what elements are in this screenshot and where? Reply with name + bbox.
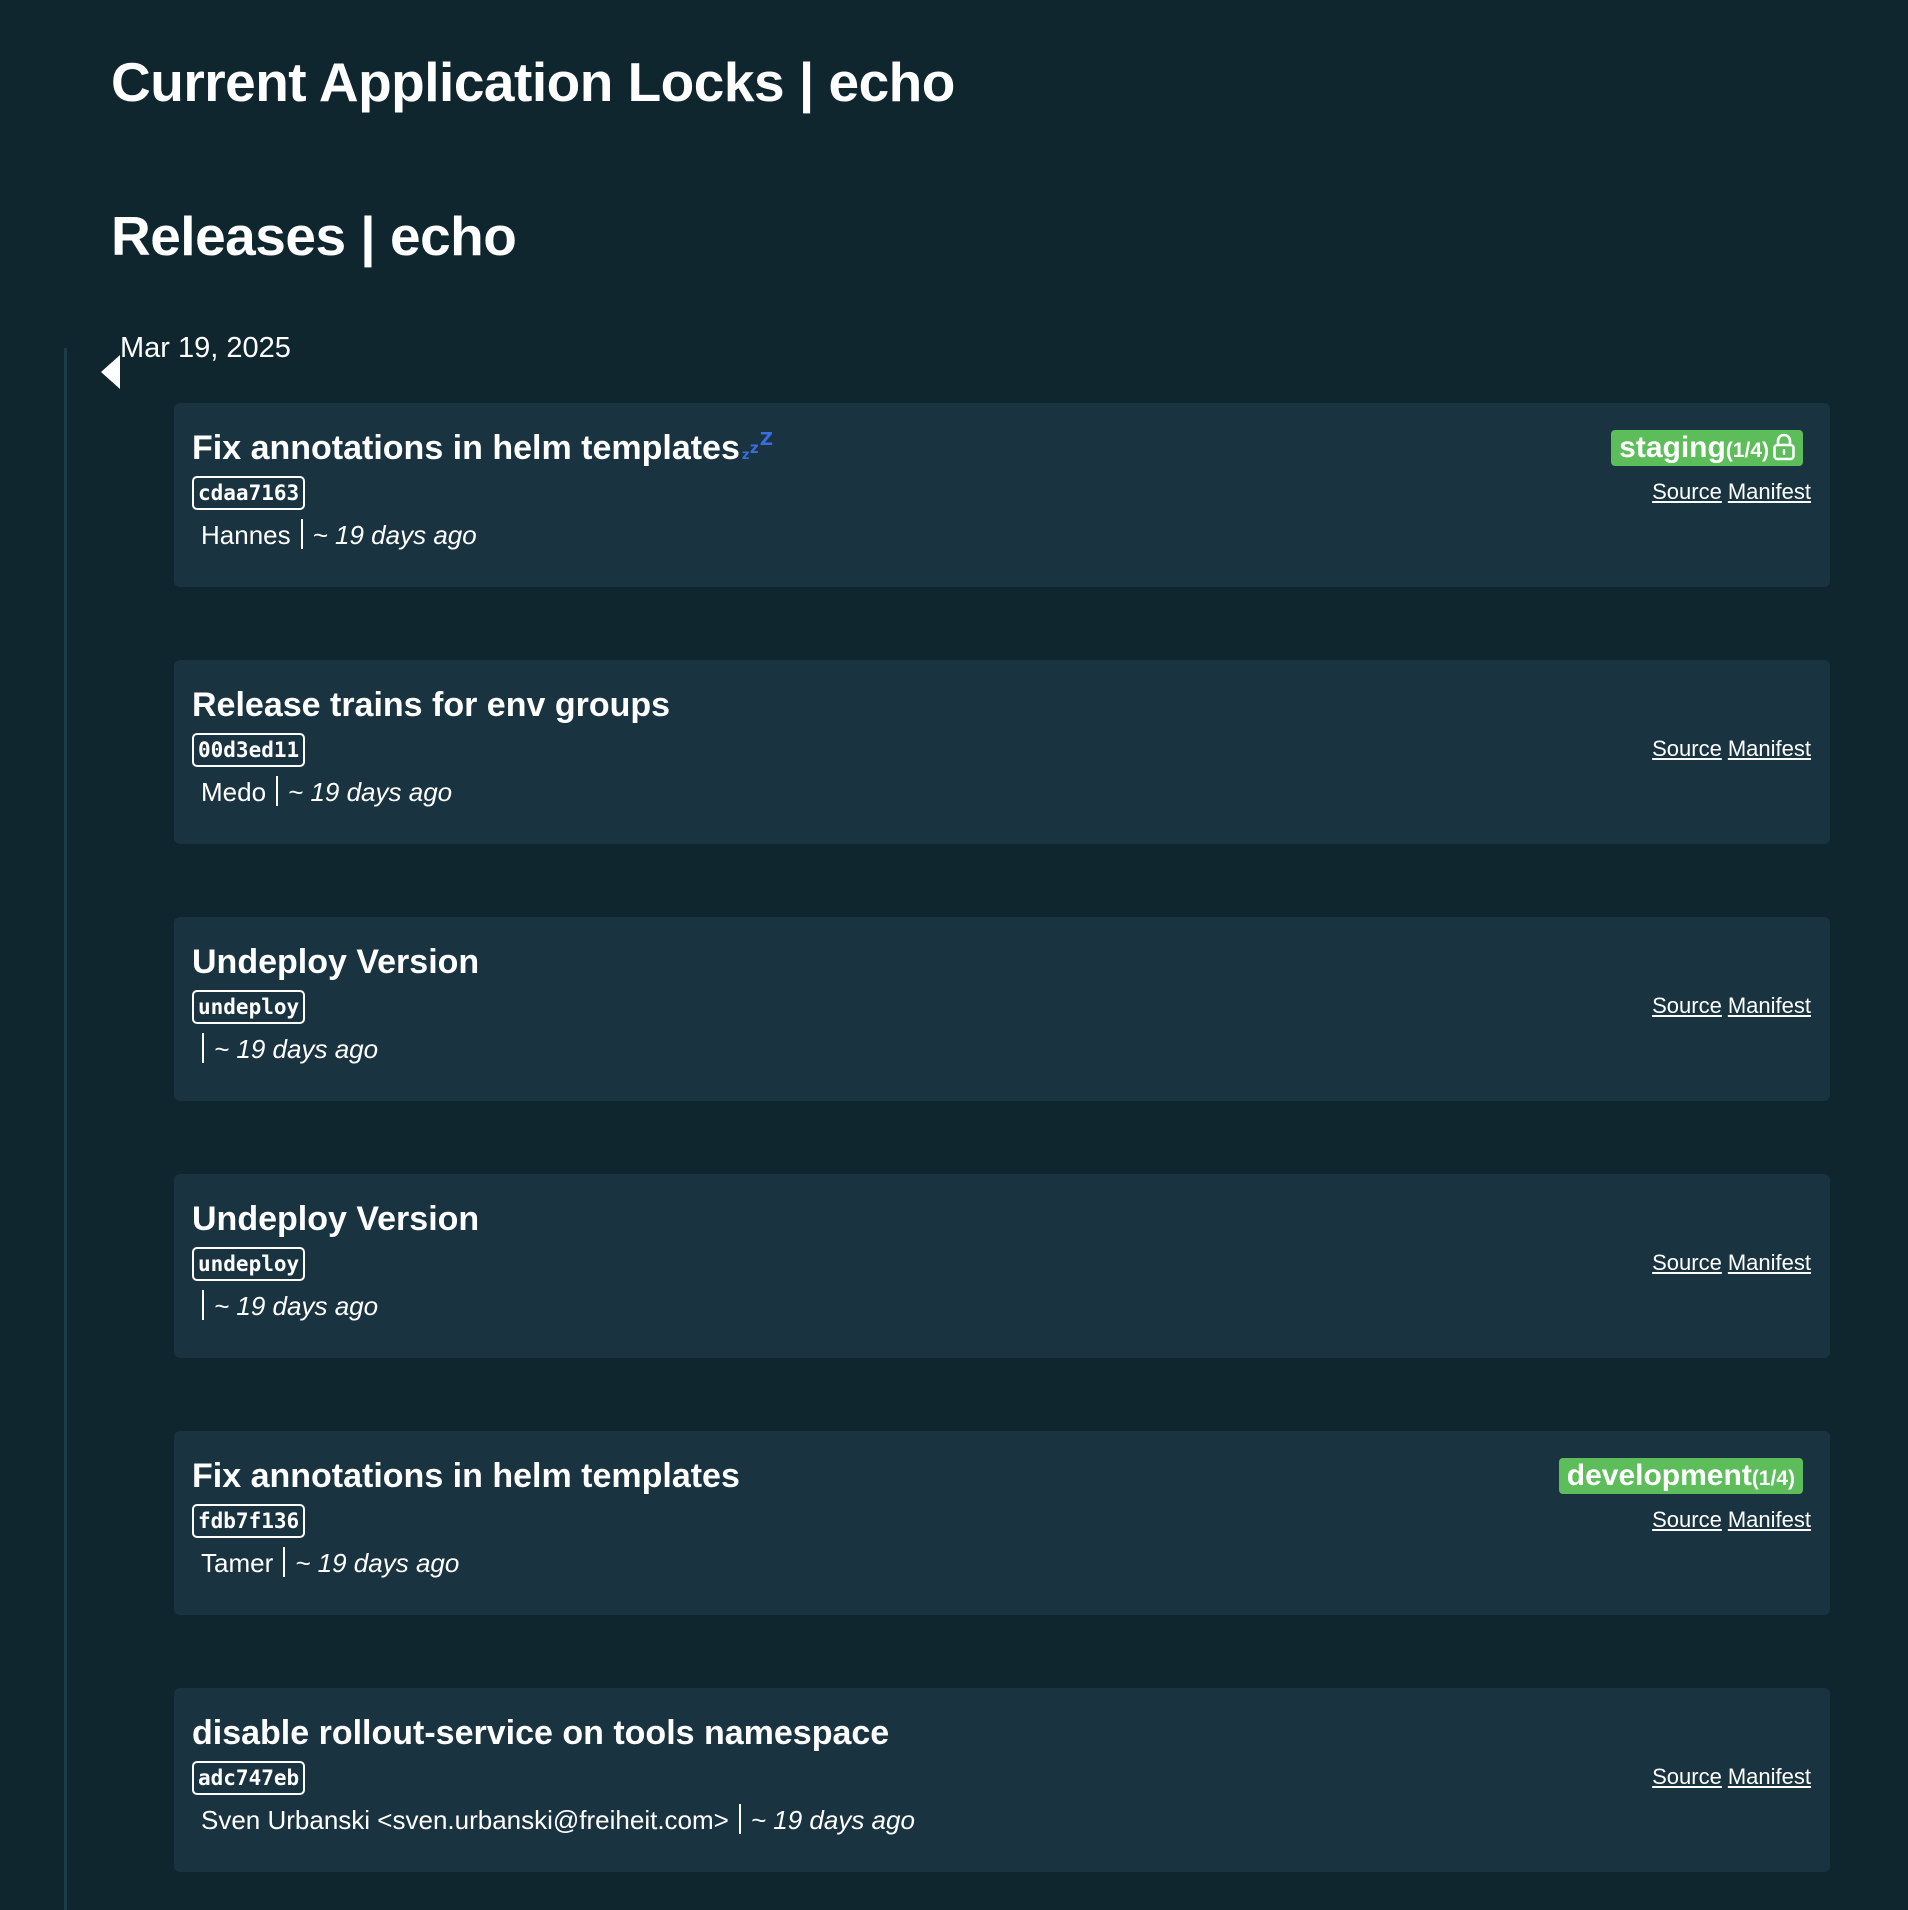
release-links: Source Manifest	[1646, 993, 1811, 1019]
release-author: Hannes	[201, 520, 291, 550]
release-card[interactable]: Undeploy Version undeploy ~ 19 days ago …	[174, 917, 1830, 1101]
env-tag-staging[interactable]: staging(1/4)	[1611, 430, 1803, 466]
release-links: Source Manifest	[1646, 1250, 1811, 1276]
release-date-label: Mar 19, 2025	[120, 332, 291, 364]
locks-heading: Current Application Locks | echo	[111, 51, 955, 113]
lock-icon	[1773, 433, 1795, 461]
release-title: disable rollout-service on tools namespa…	[192, 1714, 890, 1752]
commit-hash-badge[interactable]: undeploy	[192, 990, 306, 1024]
release-card[interactable]: disable rollout-service on tools namespa…	[174, 1688, 1830, 1872]
release-links: Source Manifest	[1646, 736, 1811, 762]
manifest-link[interactable]: Manifest	[1728, 1507, 1811, 1532]
release-card[interactable]: Fix annotations in helm templates z z Z cda…	[174, 403, 1830, 587]
commit-hash-badge[interactable]: undeploy	[192, 1247, 306, 1281]
env-tag-name: development	[1566, 1459, 1752, 1492]
release-title: Undeploy Version	[192, 1200, 480, 1238]
source-link[interactable]: Source	[1652, 479, 1722, 504]
manifest-link[interactable]: Manifest	[1728, 1250, 1811, 1275]
release-time: ~ 19 days ago	[295, 1548, 460, 1578]
release-links: Source Manifest	[1646, 1507, 1811, 1533]
commit-hash-badge[interactable]: cdaa7163	[192, 476, 306, 510]
release-meta: ~ 19 days ago	[202, 1033, 378, 1065]
manifest-link[interactable]: Manifest	[1728, 993, 1811, 1018]
release-time: ~ 19 days ago	[214, 1291, 379, 1321]
release-card[interactable]: Release trains for env groups 00d3ed11 M…	[174, 660, 1830, 844]
meta-separator	[202, 1033, 204, 1063]
meta-separator	[202, 1290, 204, 1320]
release-links: Source Manifest	[1646, 1764, 1811, 1790]
env-tag-development[interactable]: development(1/4)	[1558, 1458, 1803, 1494]
manifest-link[interactable]: Manifest	[1728, 1764, 1811, 1789]
releases-heading: Releases | echo	[111, 205, 517, 267]
release-title: Release trains for env groups	[192, 686, 671, 724]
release-title-container: Fix annotations in helm templates z z Z	[192, 429, 776, 468]
meta-separator	[276, 776, 279, 806]
env-tag-count: (1/4)	[1751, 1467, 1795, 1490]
page: Current Application Locks | echo Release…	[0, 0, 1908, 1910]
release-meta: Hannes ~ 19 days ago	[201, 519, 477, 551]
release-author: Sven Urbanski <sven.urbanski@freiheit.co…	[201, 1805, 729, 1835]
release-meta: Medo ~ 19 days ago	[201, 776, 452, 808]
manifest-link[interactable]: Manifest	[1728, 736, 1811, 761]
release-card[interactable]: Undeploy Version undeploy ~ 19 days ago …	[174, 1174, 1830, 1358]
release-card[interactable]: Fix annotations in helm templates fdb7f1…	[174, 1431, 1830, 1615]
source-link[interactable]: Source	[1652, 1507, 1722, 1532]
meta-separator	[738, 1804, 741, 1834]
commit-hash-badge[interactable]: adc747eb	[192, 1761, 306, 1795]
release-meta: Sven Urbanski <sven.urbanski@freiheit.co…	[201, 1804, 915, 1836]
meta-separator	[300, 519, 303, 549]
manifest-link[interactable]: Manifest	[1728, 479, 1811, 504]
release-author: Medo	[201, 777, 267, 807]
release-links: Source Manifest	[1646, 479, 1811, 505]
release-author: Tamer	[201, 1548, 274, 1578]
sleep-zz-icon: zzZ	[741, 429, 773, 463]
release-time: ~ 19 days ago	[312, 520, 477, 550]
release-title: Fix annotations in helm templates	[192, 1457, 740, 1495]
env-tag-name: staging	[1619, 431, 1726, 464]
meta-separator	[283, 1547, 286, 1577]
source-link[interactable]: Source	[1652, 993, 1722, 1018]
release-time: ~ 19 days ago	[214, 1034, 379, 1064]
release-title: Undeploy Version	[192, 943, 480, 981]
commit-hash-badge[interactable]: fdb7f136	[192, 1504, 306, 1538]
release-meta: Tamer ~ 19 days ago	[201, 1547, 459, 1579]
release-time: ~ 19 days ago	[750, 1805, 915, 1835]
timeline-line	[64, 348, 67, 1910]
source-link[interactable]: Source	[1652, 1250, 1722, 1275]
release-title: Fix annotations in helm templates	[192, 429, 740, 467]
source-link[interactable]: Source	[1652, 1764, 1722, 1789]
env-tag-count: (1/4)	[1725, 439, 1769, 462]
timeline-marker-icon	[101, 355, 120, 389]
source-link[interactable]: Source	[1652, 736, 1722, 761]
release-time: ~ 19 days ago	[288, 777, 453, 807]
release-meta: ~ 19 days ago	[202, 1290, 378, 1322]
commit-hash-badge[interactable]: 00d3ed11	[192, 733, 306, 767]
